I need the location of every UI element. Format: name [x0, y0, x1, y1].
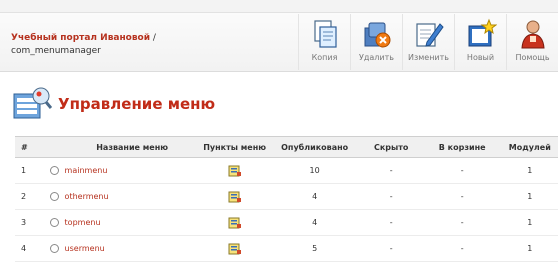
delete-button[interactable]: Удалить: [350, 14, 402, 70]
hidden-count: -: [359, 183, 423, 210]
copy-button-label: Копия: [311, 53, 338, 62]
page-title: Управление меню: [58, 95, 216, 113]
breadcrumb-separator: /: [150, 33, 156, 43]
menu-name-link[interactable]: topmenu: [65, 218, 101, 227]
row-number: 3: [15, 209, 45, 236]
menu-name-link[interactable]: usermenu: [65, 244, 105, 253]
hidden-count: -: [359, 209, 423, 236]
hidden-count: -: [359, 157, 423, 184]
trash-count: -: [422, 183, 502, 210]
modules-count: 1: [501, 157, 558, 184]
column-header-select: [44, 136, 65, 158]
new-button-label: Новый: [466, 53, 495, 62]
column-header-items: Пункты меню: [199, 136, 270, 158]
table-row: 2 othermenu 4 - - 1: [15, 183, 558, 210]
menu-items-icon[interactable]: [228, 243, 242, 255]
edit-button[interactable]: Изменить: [402, 14, 454, 70]
row-select-radio[interactable]: [49, 244, 59, 253]
page-heading: Управление меню: [12, 84, 215, 124]
delete-button-label: Удалить: [359, 53, 394, 62]
edit-icon: [415, 23, 444, 47]
published-count: 4: [269, 209, 360, 236]
help-icon: [520, 20, 545, 49]
table-row: 3 topmenu 4 - - 1: [15, 209, 558, 236]
top-strip: [0, 0, 558, 12]
site-name-link[interactable]: Учебный портал Ивановой: [11, 33, 150, 43]
menu-name-link[interactable]: mainmenu: [65, 166, 108, 175]
column-header-hidden: Скрыто: [359, 136, 423, 158]
breadcrumb: Учебный портал Ивановой / com_menumanage…: [11, 32, 156, 58]
menu-table: # Название меню Пункты меню Опубликовано…: [15, 136, 558, 262]
menu-items-icon[interactable]: [228, 165, 242, 177]
row-select-radio[interactable]: [49, 218, 59, 227]
menu-items-icon[interactable]: [228, 191, 242, 203]
row-number: 2: [15, 183, 45, 210]
new-icon: [468, 18, 497, 47]
modules-count: 1: [501, 183, 558, 210]
column-header-trash: В корзине: [422, 136, 502, 158]
column-header-name[interactable]: Название меню: [64, 136, 200, 158]
column-header-num: #: [15, 136, 45, 158]
modules-count: 1: [501, 209, 558, 236]
component-name: com_menumanager: [11, 46, 101, 56]
table-header-row: # Название меню Пункты меню Опубликовано…: [15, 136, 558, 158]
table-row: 1 mainmenu 10 - - 1: [15, 157, 558, 184]
new-button[interactable]: Новый: [454, 14, 506, 70]
help-button-label: Помощь: [515, 53, 550, 62]
copy-icon: [313, 20, 337, 48]
delete-icon: [364, 22, 390, 48]
trash-count: -: [422, 209, 502, 236]
published-count: 4: [269, 183, 360, 210]
menu-items-icon[interactable]: [228, 217, 242, 229]
trash-count: -: [422, 157, 502, 184]
row-select-radio[interactable]: [49, 192, 59, 201]
published-count: 10: [269, 157, 360, 184]
row-select-radio[interactable]: [49, 166, 59, 175]
menu-name-link[interactable]: othermenu: [65, 192, 109, 201]
edit-button-label: Изменить: [408, 53, 449, 62]
help-button[interactable]: Помощь: [506, 14, 558, 70]
column-header-modules: Модулей: [501, 136, 558, 158]
row-number: 1: [15, 157, 45, 184]
column-header-published: Опубликовано: [269, 136, 360, 158]
copy-button[interactable]: Копия: [298, 14, 350, 70]
menu-manager-icon: [13, 87, 52, 119]
toolbar: Копия Удалить Изменить Новый Помощь: [298, 14, 558, 70]
